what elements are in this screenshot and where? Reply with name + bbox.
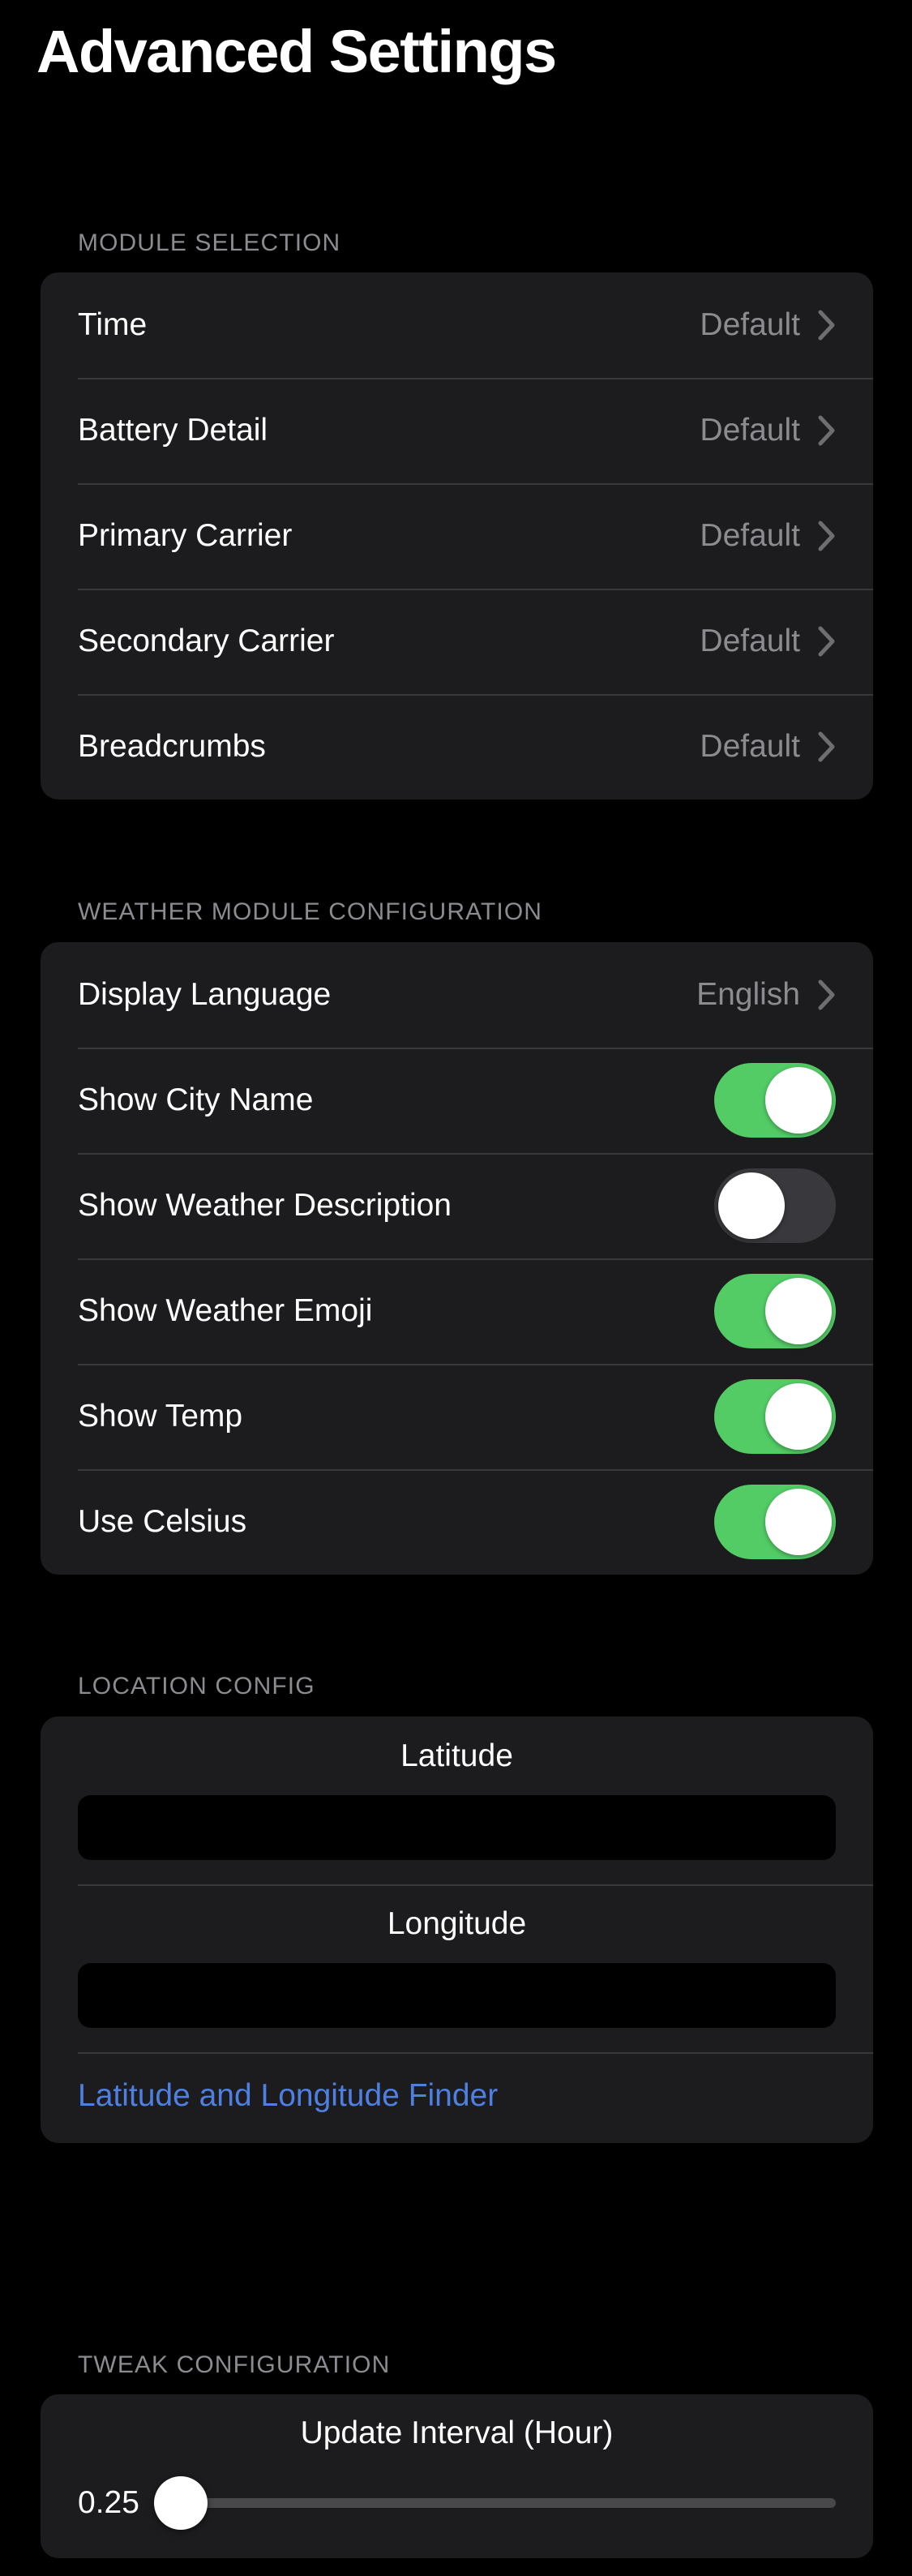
section-header-tweak-configuration: TWEAK CONFIGURATION [78, 2351, 391, 2378]
lat-long-finder-link[interactable]: Latitude and Longitude Finder [78, 2078, 498, 2114]
row-label: Show Temp [78, 1399, 243, 1434]
longitude-label: Longitude [387, 1905, 527, 1941]
row-value: Default [700, 729, 800, 764]
row-battery-detail[interactable]: Battery Detail Default [41, 378, 873, 483]
chevron-right-icon [818, 979, 836, 1010]
row-accessory [714, 1485, 836, 1559]
row-value: English [696, 977, 800, 1012]
row-label: Use Celsius [78, 1504, 247, 1539]
row-show-weather-emoji[interactable]: Show Weather Emoji [41, 1258, 873, 1364]
row-value: Default [700, 518, 800, 553]
row-breadcrumbs[interactable]: Breadcrumbs Default [41, 694, 873, 799]
section-header-module-selection: MODULE SELECTION [78, 229, 341, 256]
latitude-field-block: Latitude [41, 1717, 873, 1884]
row-label: Show City Name [78, 1082, 314, 1117]
row-accessory: Default [700, 413, 836, 448]
toggle-show-city-name[interactable] [714, 1063, 836, 1138]
page-title: Advanced Settings [36, 18, 557, 85]
slider-track [153, 2498, 836, 2508]
row-primary-carrier[interactable]: Primary Carrier Default [41, 483, 873, 589]
settings-screen: Advanced Settings MODULE SELECTION Time … [0, 0, 912, 2576]
row-accessory: Default [700, 729, 836, 765]
row-show-weather-description[interactable]: Show Weather Description [41, 1153, 873, 1258]
row-label: Battery Detail [78, 413, 268, 448]
toggle-show-temp[interactable] [714, 1379, 836, 1454]
slider-thumb[interactable] [153, 2476, 208, 2530]
row-accessory: Default [700, 307, 836, 343]
update-interval-slider[interactable] [153, 2475, 836, 2531]
row-show-temp[interactable]: Show Temp [41, 1364, 873, 1469]
toggle-knob [718, 1172, 785, 1239]
section-header-location-config: LOCATION CONFIG [78, 1673, 315, 1699]
section-header-weather-module-configuration: WEATHER MODULE CONFIGURATION [78, 898, 543, 925]
row-label: Show Weather Emoji [78, 1293, 373, 1328]
row-value: Default [700, 624, 800, 658]
row-accessory [714, 1379, 836, 1454]
location-config-card: Latitude Longitude Latitude and Longitud… [41, 1717, 873, 2143]
row-display-language[interactable]: Display Language English [41, 942, 873, 1048]
row-accessory: Default [700, 624, 836, 659]
update-interval-slider-line: 0.25 [78, 2475, 836, 2531]
row-use-celsius[interactable]: Use Celsius [41, 1469, 873, 1575]
weather-module-card: Display Language English Show City Name … [41, 942, 873, 1575]
toggle-knob [765, 1278, 832, 1344]
row-label: Show Weather Description [78, 1188, 452, 1223]
chevron-right-icon [818, 521, 836, 551]
row-label: Time [78, 307, 148, 342]
update-interval-label: Update Interval (Hour) [300, 2415, 614, 2450]
longitude-input[interactable] [78, 1962, 836, 2028]
row-label: Secondary Carrier [78, 624, 335, 658]
toggle-knob [765, 1067, 832, 1134]
row-label: Primary Carrier [78, 518, 293, 553]
longitude-field-block: Longitude [41, 1884, 873, 2052]
row-accessory: Default [700, 518, 836, 554]
toggle-knob [765, 1489, 832, 1555]
lat-long-finder-row[interactable]: Latitude and Longitude Finder [41, 2051, 873, 2143]
tweak-configuration-card: Update Interval (Hour) 0.25 [41, 2394, 873, 2558]
toggle-show-weather-emoji[interactable] [714, 1274, 836, 1348]
toggle-use-celsius[interactable] [714, 1485, 836, 1559]
row-accessory: English [696, 977, 836, 1013]
row-label: Breadcrumbs [78, 729, 266, 764]
toggle-show-weather-description[interactable] [714, 1168, 836, 1243]
latitude-input[interactable] [78, 1794, 836, 1860]
row-secondary-carrier[interactable]: Secondary Carrier Default [41, 589, 873, 694]
row-value: Default [700, 307, 800, 342]
row-label: Display Language [78, 977, 332, 1012]
row-time[interactable]: Time Default [41, 272, 873, 378]
toggle-knob [765, 1383, 832, 1450]
row-show-city-name[interactable]: Show City Name [41, 1048, 873, 1153]
chevron-right-icon [818, 310, 836, 341]
row-accessory [714, 1274, 836, 1348]
module-selection-card: Time Default Battery Detail Default Prim… [41, 272, 873, 799]
row-accessory [714, 1168, 836, 1243]
latitude-label: Latitude [400, 1738, 513, 1773]
row-accessory [714, 1063, 836, 1138]
update-interval-value: 0.25 [78, 2485, 139, 2520]
update-interval-block: Update Interval (Hour) 0.25 [41, 2394, 873, 2558]
chevron-right-icon [818, 731, 836, 762]
row-value: Default [700, 413, 800, 448]
chevron-right-icon [818, 415, 836, 446]
chevron-right-icon [818, 626, 836, 657]
